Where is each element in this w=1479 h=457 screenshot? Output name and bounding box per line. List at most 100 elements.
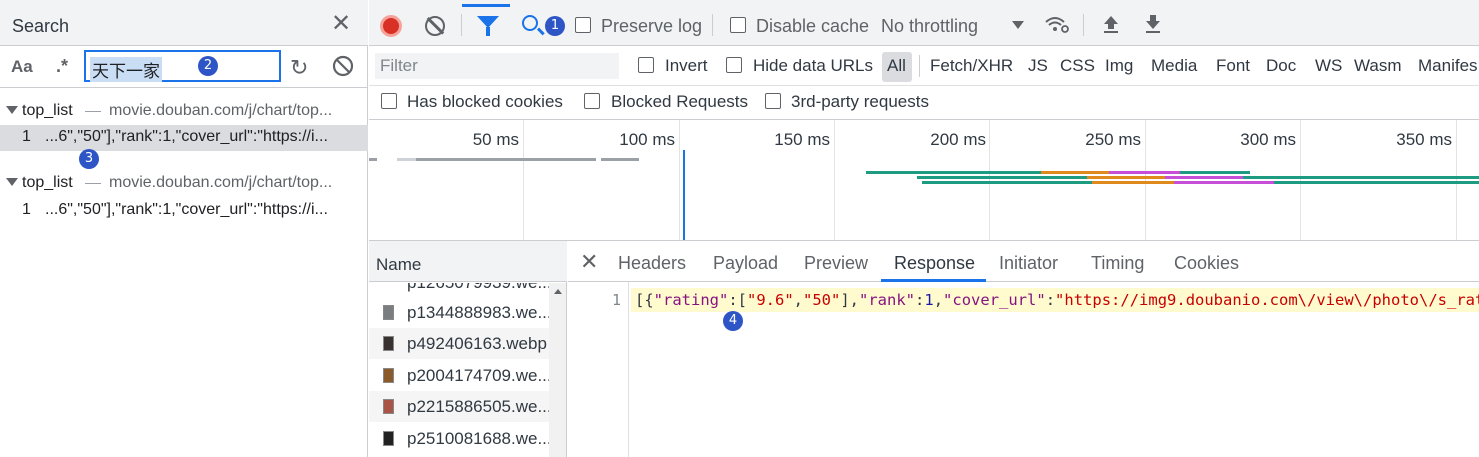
request-row[interactable]: p2510081688.we...	[369, 423, 549, 454]
waterfall-bar	[1041, 171, 1109, 174]
network-panel: 1 Preserve log Disable cache No throttli…	[369, 0, 1479, 457]
record-icon[interactable]	[380, 15, 402, 37]
detail-tabs: ✕ Headers Payload Preview Response Initi…	[568, 241, 1479, 282]
preserve-log-label: Preserve log	[601, 16, 703, 36]
timeline-tick-label: 300 ms	[1240, 130, 1296, 149]
response-code-line[interactable]: [{"rating":["9.6","50"],"rank":1,"cover_…	[631, 288, 1479, 312]
image-thumbnail-icon	[383, 399, 394, 414]
network-overview-timeline[interactable]: 50 ms 100 ms 150 ms 200 ms 250 ms 300 ms…	[369, 120, 1479, 241]
clear-log-icon[interactable]	[425, 16, 445, 36]
tab-headers[interactable]: Headers	[618, 253, 686, 274]
blocked-requests-label: Blocked Requests	[611, 92, 749, 111]
type-media-button[interactable]: Media	[1151, 56, 1197, 76]
search-result-file[interactable]: top_list movie.douban.com/j/chart/top...	[0, 99, 368, 125]
type-js-button[interactable]: JS	[1028, 56, 1048, 76]
refresh-icon[interactable]: ↻	[290, 55, 308, 81]
timeline-tick-label: 350 ms	[1396, 130, 1452, 149]
type-fetch-xhr-button[interactable]: Fetch/XHR	[930, 56, 1013, 76]
tab-payload[interactable]: Payload	[713, 253, 778, 274]
timeline-tick-label: 150 ms	[774, 130, 830, 149]
hide-data-urls-checkbox[interactable]	[726, 57, 742, 73]
request-row[interactable]: p492406163.webp	[369, 328, 549, 359]
tab-timing[interactable]: Timing	[1091, 253, 1144, 274]
waterfall-bar	[1274, 181, 1479, 184]
scroll-up-icon[interactable]	[554, 289, 562, 294]
tab-preview[interactable]: Preview	[804, 253, 868, 274]
has-blocked-cookies-checkbox[interactable]	[381, 93, 397, 109]
annotation-badge: 3	[79, 149, 99, 169]
type-img-button[interactable]: Img	[1105, 56, 1133, 76]
name-column-header[interactable]: Name	[369, 241, 567, 282]
search-result-line[interactable]: 1 ...6","50"],"rank":1,"cover_url":"http…	[0, 198, 368, 224]
search-query: 天下一家	[90, 57, 162, 82]
blocked-requests-checkbox[interactable]	[584, 93, 600, 109]
filter-icon[interactable]	[477, 16, 499, 36]
search-panel-title: Search	[12, 16, 70, 36]
type-doc-button[interactable]: Doc	[1266, 56, 1296, 76]
disable-cache-label: Disable cache	[756, 16, 870, 36]
third-party-checkbox[interactable]	[765, 93, 781, 109]
network-conditions-icon[interactable]	[1044, 15, 1070, 41]
waterfall-bar	[397, 158, 417, 161]
waterfall-bar	[866, 171, 1041, 174]
invert-checkbox[interactable]	[638, 57, 654, 73]
disable-cache-checkbox[interactable]	[730, 17, 746, 33]
invert-label: Invert	[665, 56, 708, 75]
filter-bar-secondary: Has blocked cookies Blocked Requests 3rd…	[369, 86, 1479, 120]
search-input[interactable]: 天下一家 2	[84, 50, 281, 82]
clear-icon[interactable]	[332, 55, 354, 77]
expand-triangle-icon[interactable]	[6, 178, 18, 186]
image-thumbnail-icon	[383, 305, 394, 320]
tab-response[interactable]: Response	[894, 253, 975, 274]
type-wasm-button[interactable]: Wasm	[1354, 56, 1402, 76]
close-icon[interactable]: ✕	[580, 249, 598, 275]
type-manifest-button[interactable]: Manifes	[1418, 56, 1478, 76]
request-row[interactable]: p2004174709.we...	[369, 360, 549, 391]
search-result-line[interactable]: 1 ...6","50"],"rank":1,"cover_url":"http…	[0, 125, 368, 151]
preserve-log-checkbox[interactable]	[575, 17, 591, 33]
request-row[interactable]: p1344888983.we...	[369, 297, 549, 328]
chevron-down-icon[interactable]	[1012, 21, 1024, 29]
timeline-tick-label: 200 ms	[930, 130, 986, 149]
tab-cookies[interactable]: Cookies	[1174, 253, 1239, 274]
request-row[interactable]: p2215886505.we...	[369, 391, 549, 422]
waterfall-bar	[1092, 181, 1174, 184]
search-toolbar: Aa .* 天下一家 2 ↻	[0, 46, 368, 88]
type-all-button[interactable]: All	[887, 56, 906, 76]
match-case-toggle[interactable]: Aa	[11, 57, 33, 77]
filter-input[interactable]	[375, 53, 619, 79]
waterfall-bar	[416, 158, 596, 161]
waterfall-bar	[369, 158, 377, 161]
request-list-scrollbar[interactable]	[549, 283, 566, 457]
regex-toggle[interactable]: .*	[56, 56, 68, 77]
waterfall-bar	[1174, 181, 1274, 184]
filter-input-wrapper	[375, 53, 619, 79]
search-icon[interactable]	[522, 15, 538, 31]
waterfall-bar	[601, 158, 639, 161]
search-panel: Search ✕ Aa .* 天下一家 2 ↻ top_list movie.d…	[0, 0, 368, 457]
line-number-gutter: 1	[568, 282, 629, 457]
type-ws-button[interactable]: WS	[1315, 56, 1342, 76]
tab-initiator[interactable]: Initiator	[999, 253, 1058, 274]
image-thumbnail-icon	[383, 368, 394, 383]
waterfall-bar	[1180, 171, 1250, 174]
close-icon[interactable]: ✕	[331, 12, 351, 36]
timeline-tick-label: 250 ms	[1085, 130, 1141, 149]
filter-bar: Invert Hide data URLs All Fetch/XHR JS C…	[369, 46, 1479, 86]
image-thumbnail-icon	[383, 431, 394, 446]
search-result-file[interactable]: top_list movie.douban.com/j/chart/top...	[0, 171, 368, 197]
import-har-icon[interactable]	[1101, 13, 1121, 35]
export-har-icon[interactable]	[1143, 13, 1163, 35]
type-font-button[interactable]: Font	[1216, 56, 1250, 76]
type-css-button[interactable]: CSS	[1060, 56, 1095, 76]
expand-triangle-icon[interactable]	[6, 106, 18, 114]
line-number: 1	[611, 291, 621, 309]
timeline-tick-label: 50 ms	[472, 130, 519, 149]
timeline-tick-label: 100 ms	[619, 130, 675, 149]
third-party-label: 3rd-party requests	[791, 92, 929, 111]
throttling-select[interactable]: No throttling	[881, 16, 978, 37]
request-list: Name p1265079939.we... p1344888983.we...…	[369, 241, 567, 457]
hide-data-urls-label: Hide data URLs	[753, 56, 874, 75]
waterfall-bar	[922, 181, 1092, 184]
network-toolbar: 1 Preserve log Disable cache No throttli…	[369, 0, 1479, 46]
